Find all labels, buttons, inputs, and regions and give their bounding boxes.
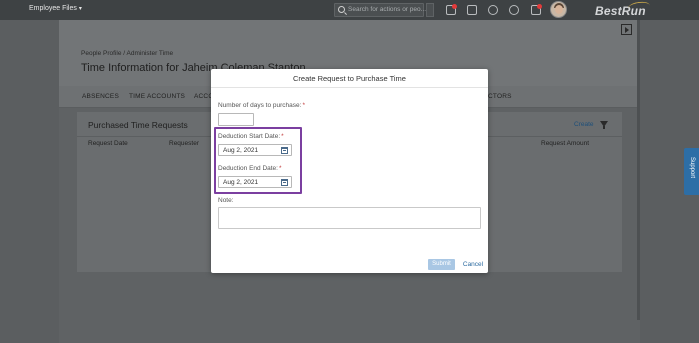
support-label: Support xyxy=(689,157,695,179)
alerts-badge xyxy=(537,4,542,9)
days-to-purchase-label-text: Number of days to purchase: xyxy=(218,102,302,109)
module-title: Employee Files xyxy=(29,5,77,12)
page-scrollbar[interactable] xyxy=(637,20,640,320)
note-textarea[interactable] xyxy=(218,207,481,229)
chat-icon[interactable] xyxy=(488,5,498,15)
breadcrumb[interactable]: People Profile / Administer Time xyxy=(81,50,173,57)
search-placeholder: Search for actions or peo... xyxy=(348,6,427,13)
logo-swoosh xyxy=(627,0,651,14)
search-options-button[interactable] xyxy=(426,3,434,17)
search-icon xyxy=(338,6,345,13)
shell-bar: Employee Files ▾ Search for actions or pe… xyxy=(0,0,699,20)
column-header-requester[interactable]: Requester xyxy=(169,140,199,147)
submit-button[interactable]: Submit xyxy=(428,259,455,270)
create-link[interactable]: Create xyxy=(574,121,594,128)
notification-badge xyxy=(452,4,457,9)
home-icon[interactable] xyxy=(467,5,477,15)
search-input[interactable]: Search for actions or peo... xyxy=(334,3,427,17)
refresh-icon[interactable] xyxy=(509,5,519,15)
tab-collectors[interactable]: CTORS xyxy=(488,93,512,100)
column-header-request-amount[interactable]: Request Amount xyxy=(541,140,589,147)
support-tab[interactable]: Support xyxy=(684,148,699,195)
tab-absences[interactable]: ABSENCES xyxy=(82,93,119,100)
avatar-face xyxy=(555,5,563,14)
card-title: Purchased Time Requests xyxy=(88,120,188,130)
column-header-request-date[interactable]: Request Date xyxy=(88,140,128,147)
note-label: Note: xyxy=(218,197,234,204)
date-fields-highlight xyxy=(214,127,302,194)
tab-time-accounts[interactable]: TIME ACCOUNTS xyxy=(129,93,185,100)
dialog-header: Create Request to Purchase Time xyxy=(211,69,488,88)
dialog-title: Create Request to Purchase Time xyxy=(293,74,406,83)
avatar[interactable] xyxy=(550,1,567,18)
required-marker: * xyxy=(302,102,305,109)
play-icon[interactable] xyxy=(621,24,632,35)
notifications-icon[interactable] xyxy=(446,4,457,15)
cancel-button[interactable]: Cancel xyxy=(461,259,485,270)
chevron-down-icon: ▾ xyxy=(78,6,82,12)
module-menu[interactable]: Employee Files ▾ xyxy=(29,5,82,12)
filter-icon[interactable] xyxy=(600,121,608,129)
alerts-icon[interactable] xyxy=(531,4,542,15)
days-to-purchase-label: Number of days to purchase:* xyxy=(218,102,305,109)
days-to-purchase-input[interactable] xyxy=(218,113,254,126)
